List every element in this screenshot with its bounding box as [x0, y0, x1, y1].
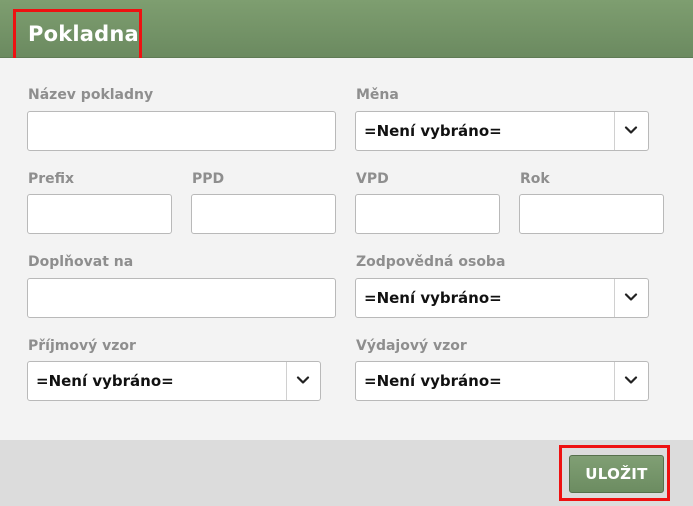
zodpovedna-osoba-select[interactable]: =Není vybráno=	[355, 278, 649, 318]
nazev-pokladny-input[interactable]	[27, 111, 336, 151]
zodpovedna-osoba-label: Zodpovědná osoba	[356, 254, 506, 270]
save-button[interactable]: ULOŽIT	[569, 455, 664, 493]
zodpovedna-osoba-select-value: =Není vybráno=	[364, 289, 502, 307]
prefix-input[interactable]	[27, 194, 172, 234]
mena-select[interactable]: =Není vybráno=	[355, 111, 649, 151]
chevron-down-icon[interactable]	[624, 123, 638, 137]
vydajovy-vzor-select[interactable]: =Není vybráno=	[355, 361, 649, 401]
nazev-pokladny-label: Název pokladny	[28, 87, 154, 103]
prijmovy-vzor-select-value: =Není vybráno=	[36, 372, 174, 390]
pokladna-dialog: Pokladna Název pokladny Měna =Není vybrá…	[0, 0, 693, 506]
title-highlight-box	[13, 9, 142, 62]
rok-input[interactable]	[519, 194, 664, 234]
doplnovat-na-input[interactable]	[27, 278, 336, 318]
select-divider	[614, 112, 615, 150]
select-divider	[614, 362, 615, 400]
doplnovat-na-label: Doplňovat na	[28, 254, 134, 270]
prijmovy-vzor-select[interactable]: =Není vybráno=	[27, 361, 321, 401]
chevron-down-icon[interactable]	[624, 373, 638, 387]
chevron-down-icon[interactable]	[296, 373, 310, 387]
vpd-label: VPD	[356, 171, 389, 187]
vydajovy-vzor-select-value: =Není vybráno=	[364, 372, 502, 390]
select-divider	[614, 279, 615, 317]
prefix-label: Prefix	[28, 171, 75, 187]
vydajovy-vzor-label: Výdajový vzor	[356, 338, 467, 354]
chevron-down-icon[interactable]	[624, 290, 638, 304]
vpd-input[interactable]	[355, 194, 500, 234]
prijmovy-vzor-label: Příjmový vzor	[28, 338, 136, 354]
select-divider	[286, 362, 287, 400]
ppd-input[interactable]	[191, 194, 336, 234]
mena-select-value: =Není vybráno=	[364, 122, 502, 140]
mena-label: Měna	[356, 87, 399, 103]
ppd-label: PPD	[192, 171, 225, 187]
rok-label: Rok	[520, 171, 550, 187]
